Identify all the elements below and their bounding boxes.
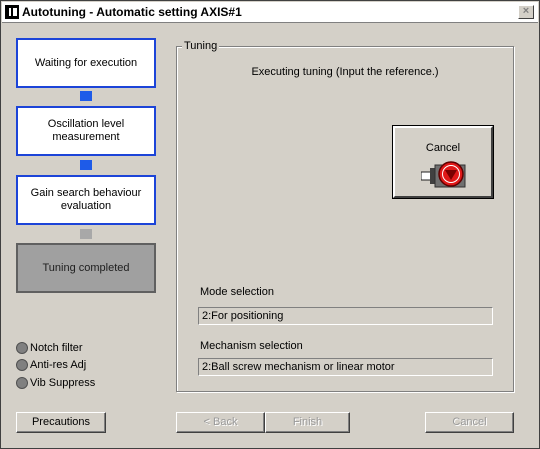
indicator-icon — [16, 359, 28, 371]
mechanism-selection-field: 2:Ball screw mechanism or linear motor — [198, 358, 493, 376]
window-title: Autotuning - Automatic setting AXIS#1 — [22, 5, 242, 19]
step-oscillation-level-measurement: Oscillation level measurement — [16, 106, 156, 156]
mode-selection-label: Mode selection — [200, 286, 274, 298]
app-icon — [5, 5, 19, 19]
step-label: Gain search behaviour evaluation — [30, 187, 142, 212]
indicator-icon — [16, 377, 28, 389]
tuning-group-label: Tuning — [182, 40, 220, 52]
step-connector — [80, 91, 92, 101]
step-connector — [80, 229, 92, 239]
indicator-icon — [16, 342, 28, 354]
step-waiting-for-execution: Waiting for execution — [16, 38, 156, 88]
precautions-button[interactable]: Precautions — [16, 412, 106, 433]
option-label: Vib Suppress — [30, 377, 96, 389]
option-label: Notch filter — [30, 342, 83, 354]
option-anti-res-adj: Anti-res Adj — [16, 357, 86, 373]
step-label: Oscillation level measurement — [47, 118, 125, 143]
option-notch-filter: Notch filter — [16, 340, 83, 356]
step-label: Waiting for execution — [34, 56, 138, 69]
tuning-cancel-button[interactable]: Cancel — [392, 125, 494, 199]
finish-button[interactable]: Finish — [265, 412, 350, 433]
step-tuning-completed: Tuning completed — [16, 243, 156, 293]
step-connector — [80, 160, 92, 170]
option-label: Anti-res Adj — [30, 359, 87, 371]
back-button[interactable]: < Back — [176, 412, 265, 433]
mechanism-selection-label: Mechanism selection — [200, 340, 303, 352]
motor-stop-icon — [421, 161, 466, 188]
title-bar: Autotuning - Automatic setting AXIS#1 × — [2, 2, 538, 23]
mode-selection-field: 2:For positioning — [198, 307, 493, 325]
step-label: Tuning completed — [42, 261, 130, 274]
option-vib-suppress: Vib Suppress — [16, 375, 95, 391]
tuning-cancel-label: Cancel — [425, 142, 461, 154]
close-button[interactable]: × — [518, 5, 534, 19]
cancel-button[interactable]: Cancel — [425, 412, 514, 433]
tuning-status: Executing tuning (Input the reference.) — [251, 66, 439, 78]
step-gain-search: Gain search behaviour evaluation — [16, 175, 156, 225]
